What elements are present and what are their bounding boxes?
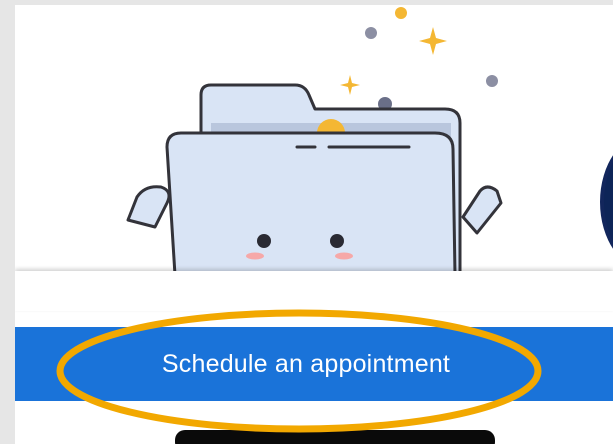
folder-front bbox=[165, 131, 457, 275]
decor-dot bbox=[365, 27, 377, 39]
left-arm bbox=[126, 185, 171, 229]
content-divider bbox=[15, 271, 613, 311]
appointment-card: Schedule an appointment bbox=[15, 5, 613, 444]
folder-mascot-illustration bbox=[126, 7, 503, 275]
sparkle-icon bbox=[340, 75, 360, 95]
bottom-black-bar bbox=[175, 430, 495, 444]
right-arm bbox=[461, 185, 503, 235]
mascot-eye-right bbox=[330, 234, 344, 248]
decor-dot bbox=[395, 7, 407, 19]
mascot-eye-left bbox=[257, 234, 271, 248]
schedule-appointment-button[interactable]: Schedule an appointment bbox=[15, 327, 613, 401]
decor-dot bbox=[486, 75, 498, 87]
mascot-cheek-left bbox=[246, 252, 264, 260]
sparkle-icon bbox=[419, 27, 447, 55]
schedule-appointment-label: Schedule an appointment bbox=[161, 349, 451, 378]
mascot-cheek-right bbox=[335, 252, 353, 260]
